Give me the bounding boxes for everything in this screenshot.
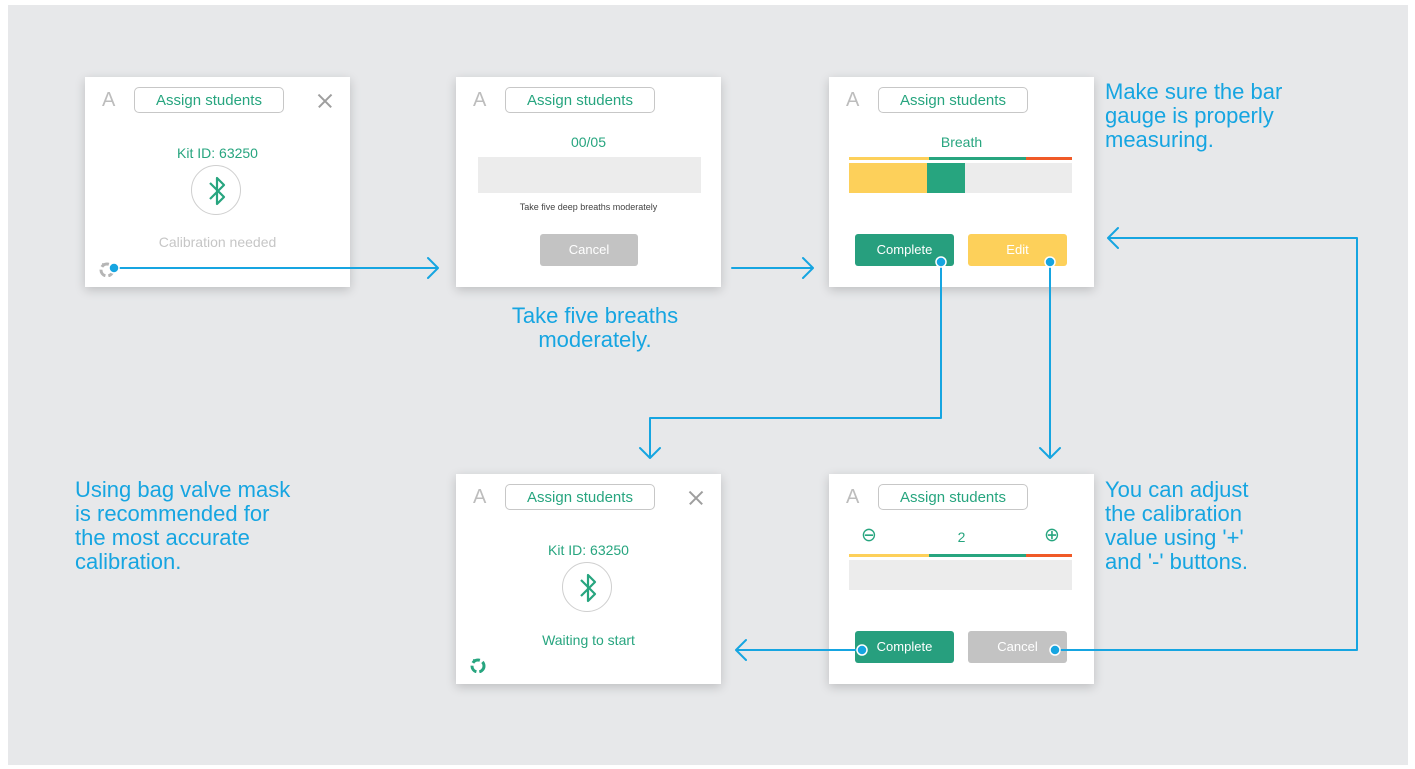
- note-line: Take five breaths: [511, 303, 679, 328]
- arrow-cancel-to-gauge: [1054, 227, 1358, 651]
- note-line: moderately.: [538, 327, 652, 352]
- note-line: and '-' buttons.: [1105, 549, 1248, 574]
- note-line: You can adjust: [1105, 477, 1249, 502]
- note-adjust: You can adjust the calibration value usi…: [1105, 478, 1249, 574]
- note-line: calibration.: [75, 549, 182, 574]
- arrow-complete-to-waiting: [639, 261, 942, 459]
- connector-dot: [1044, 256, 1056, 268]
- note-line: value using '+': [1105, 525, 1244, 550]
- note-line: Make sure the bar: [1105, 79, 1283, 104]
- arrow-edit-to-adjust: [1039, 261, 1061, 459]
- connector-dot: [935, 256, 947, 268]
- connector-dot: [1049, 644, 1061, 656]
- note-gauge: Make sure the bar gauge is properly meas…: [1105, 80, 1282, 152]
- note-take-breaths: Take five breaths moderately.: [485, 304, 705, 352]
- connector-dot: [856, 644, 868, 656]
- note-line: the most accurate: [75, 525, 250, 550]
- note-line: gauge is properly: [1105, 103, 1274, 128]
- arrow-adjust-complete-to-waiting: [735, 639, 863, 661]
- arrow-card2-to-card3: [731, 257, 814, 279]
- arrow-card1-to-card2: [113, 257, 439, 279]
- note-line: is recommended for: [75, 501, 270, 526]
- note-bag-valve-mask: Using bag valve mask is recommended for …: [75, 478, 290, 574]
- connector-dot: [108, 262, 120, 274]
- note-line: Using bag valve mask: [75, 477, 291, 502]
- note-line: measuring.: [1105, 127, 1214, 152]
- note-line: the calibration: [1105, 501, 1242, 526]
